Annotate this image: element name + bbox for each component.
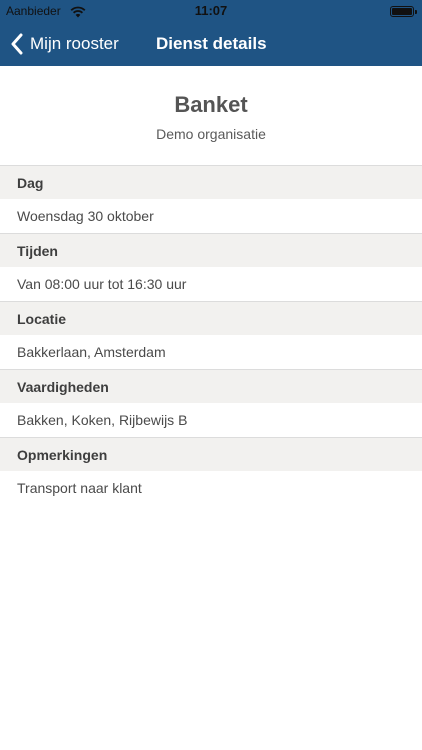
section-value-remarks: Transport naar klant [0,471,422,505]
section-value-skills: Bakken, Koken, Rijbewijs B [0,403,422,437]
back-button-label: Mijn rooster [30,34,119,53]
section-header-day: Dag [0,165,422,199]
status-bar: Aanbieder 11:07 [0,0,422,22]
nav-title: Dienst details [156,34,267,53]
section-header-remarks: Opmerkingen [0,437,422,471]
shift-header: Banket Demo organisatie [0,66,422,166]
navigation-bar: Mijn rooster Dienst details [0,22,422,66]
section-header-skills: Vaardigheden [0,369,422,403]
section-value-times: Van 08:00 uur tot 16:30 uur [0,267,422,301]
organisation-name: Demo organisatie [156,126,266,142]
status-time: 11:07 [194,3,228,18]
back-button[interactable]: Mijn rooster [10,30,119,58]
section-value-day: Woensdag 30 oktober [0,199,422,233]
section-value-location: Bakkerlaan, Amsterdam [0,335,422,369]
shift-details-list: Dag Woensdag 30 oktober Tijden Van 08:00… [0,165,422,505]
battery-icon [390,6,417,17]
top-bar: Aanbieder 11:07 Mijn rooster Dienst deta… [0,0,422,66]
section-header-times: Tijden [0,233,422,267]
section-header-location: Locatie [0,301,422,335]
chevron-left-icon [11,33,23,55]
shift-title: Banket [174,92,248,117]
